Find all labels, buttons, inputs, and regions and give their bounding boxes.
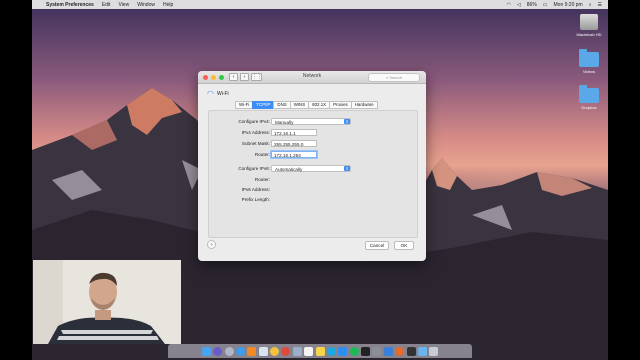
- search-input[interactable]: ⌕ Search: [368, 73, 420, 82]
- folder-icon: [579, 49, 599, 67]
- subnet-mask-label: Subnet Mask:: [241, 141, 270, 146]
- ipv6-address-label: IPv6 Address:: [241, 187, 270, 192]
- mail-icon[interactable]: [258, 346, 268, 356]
- tab-dns[interactable]: DNS: [273, 101, 291, 109]
- menu-clock[interactable]: Mon 9:20 pm: [554, 2, 583, 8]
- downloads-folder-icon[interactable]: [417, 346, 427, 356]
- menu-bar: System Preferences Edit View Window Help…: [32, 0, 608, 9]
- notification-center-icon[interactable]: ☰: [598, 2, 602, 8]
- finder-icon[interactable]: [201, 346, 211, 356]
- terminal-icon[interactable]: [361, 346, 370, 356]
- trash-icon[interactable]: [429, 346, 439, 356]
- tcpip-panel: Configure IPv4: Manually ⇕ IPv4 Address:…: [208, 110, 418, 238]
- vlc-icon[interactable]: [247, 346, 257, 356]
- tab-wifi[interactable]: Wi-Fi: [235, 101, 254, 109]
- minimize-button[interactable]: [211, 74, 216, 80]
- ok-button[interactable]: OK: [394, 241, 414, 250]
- router-field[interactable]: 172.16.1.254: [271, 151, 317, 158]
- system-preferences-icon[interactable]: [372, 346, 382, 356]
- configure-ipv4-label: Configure IPv4:: [238, 119, 270, 124]
- forward-button[interactable]: ›: [240, 73, 249, 81]
- tab-tcpip[interactable]: TCP/IP: [252, 101, 275, 109]
- spotify-icon[interactable]: [349, 346, 359, 356]
- select-arrows-icon: ⇕: [344, 119, 350, 124]
- help-button[interactable]: ?: [207, 240, 216, 249]
- notes-icon[interactable]: [315, 346, 325, 356]
- letterbox-right: [608, 0, 640, 360]
- tab-hardware[interactable]: Hardware: [350, 101, 378, 109]
- configure-ipv6-label: Configure IPv6:: [238, 166, 270, 171]
- show-all-grid-icon[interactable]: ⋮⋮: [251, 73, 262, 81]
- launchpad-icon[interactable]: [224, 346, 234, 356]
- webcam-overlay: [33, 260, 181, 344]
- ipv4-address-field[interactable]: 172.16.1.1: [271, 129, 317, 136]
- desktop-icon-dropbox[interactable]: Dropbox: [575, 85, 603, 110]
- menu-help[interactable]: Help: [163, 2, 173, 8]
- desktop-icon-label: Videos: [582, 69, 596, 74]
- tab-proxies[interactable]: Proxies: [329, 101, 352, 109]
- cancel-button[interactable]: Cancel: [365, 241, 389, 250]
- tab-8021x[interactable]: 802.1X: [308, 101, 331, 109]
- search-icon: ⌕: [385, 75, 389, 80]
- desktop-icon-label: Macintosh HD: [576, 32, 602, 37]
- calendar-icon[interactable]: [304, 346, 314, 356]
- photos-icon[interactable]: [270, 346, 279, 356]
- wifi-icon: ◠: [207, 89, 214, 98]
- hard-drive-icon: [580, 14, 598, 30]
- router6-label: Router:: [254, 177, 270, 182]
- menu-app-name[interactable]: System Preferences: [46, 2, 94, 8]
- back-button[interactable]: ‹: [229, 73, 238, 81]
- siri-icon[interactable]: [213, 346, 223, 356]
- preview-icon[interactable]: [292, 346, 302, 356]
- desktop-icon-macintosh-hd[interactable]: Macintosh HD: [575, 14, 603, 37]
- firefox-icon[interactable]: [395, 346, 405, 356]
- tab-bar: Wi-Fi TCP/IP DNS WINS 802.1X Proxies Har…: [235, 101, 378, 109]
- spotlight-icon[interactable]: ⌕: [589, 2, 592, 8]
- app-store-icon[interactable]: [338, 346, 348, 356]
- prefix-length-label: Prefix Length:: [241, 197, 270, 202]
- tab-wins[interactable]: WINS: [289, 101, 310, 109]
- desktop-icon-videos[interactable]: Videos: [575, 49, 603, 74]
- configure-ipv6-select[interactable]: Automatically ⇕: [271, 165, 351, 172]
- safari-icon[interactable]: [235, 346, 245, 356]
- dock: [168, 344, 472, 358]
- configure-ipv4-select[interactable]: Manually ⇕: [271, 118, 351, 125]
- volume-icon[interactable]: ◁: [517, 2, 521, 8]
- router-label: Router:: [254, 152, 270, 157]
- folder-icon: [579, 85, 599, 103]
- window-titlebar[interactable]: ‹ › ⋮⋮ Network ⌕ Search: [198, 71, 426, 84]
- battery-icon: ▭: [542, 1, 548, 8]
- presenter-video: [33, 260, 181, 344]
- interface-name: Wi-Fi: [216, 90, 229, 97]
- interface-header: ◠ Wi-Fi: [207, 89, 229, 98]
- activity-monitor-icon[interactable]: [406, 346, 416, 356]
- menu-window[interactable]: Window: [137, 2, 155, 8]
- zoom-button[interactable]: [219, 74, 224, 80]
- battery-percent[interactable]: 86%: [527, 2, 537, 8]
- menu-edit[interactable]: Edit: [102, 2, 111, 8]
- wifi-status-icon[interactable]: ◠: [507, 2, 511, 8]
- menu-view[interactable]: View: [118, 2, 129, 8]
- desktop-icon-label: Dropbox: [581, 105, 597, 110]
- chrome-icon[interactable]: [281, 346, 291, 356]
- letterbox-left: [0, 0, 32, 360]
- xcode-icon[interactable]: [383, 346, 393, 356]
- ipv4-address-label: IPv4 Address:: [241, 130, 270, 135]
- select-arrows-icon: ⇕: [344, 166, 350, 171]
- network-preferences-window: ‹ › ⋮⋮ Network ⌕ Search ◠ Wi-Fi Wi-Fi TC…: [198, 71, 426, 261]
- subnet-mask-field[interactable]: 255.255.255.0: [271, 140, 317, 147]
- skype-icon[interactable]: [326, 346, 336, 356]
- close-button[interactable]: [203, 74, 208, 80]
